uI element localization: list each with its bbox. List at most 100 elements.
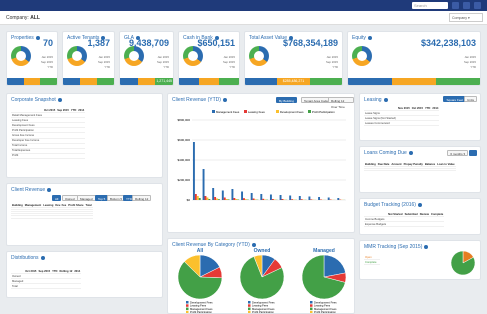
table-cell: [58, 283, 74, 290]
bar[interactable]: [337, 198, 340, 200]
bar[interactable]: [206, 197, 209, 201]
corporate-snapshot-title: Corporate Snapshot: [11, 97, 62, 103]
legend-swatch: [276, 110, 279, 113]
bar[interactable]: [250, 193, 253, 200]
bar[interactable]: [252, 198, 255, 201]
table-cell: [42, 215, 55, 219]
client-revenue-chart-title: Client Revenue (YTD): [172, 97, 227, 103]
bar[interactable]: [194, 194, 197, 200]
bar[interactable]: [244, 199, 247, 200]
bar[interactable]: [327, 197, 330, 201]
table-row: Total: [11, 283, 82, 290]
notification-icon[interactable]: [463, 2, 470, 9]
bar[interactable]: [254, 199, 257, 200]
kpi-footer-segment: [63, 78, 80, 85]
y-tick-label: $0: [187, 198, 191, 202]
bar[interactable]: [217, 199, 220, 200]
kpi-row-label: YTD: [332, 65, 338, 69]
bar[interactable]: [216, 198, 218, 201]
chart-view-button[interactable]: Rolling 12 Over Time: [328, 97, 354, 109]
bar[interactable]: [300, 199, 303, 200]
units-button[interactable]: Units: [464, 96, 477, 102]
bar[interactable]: [291, 199, 294, 200]
bar[interactable]: [208, 199, 211, 200]
y-tick-label: $800,000: [177, 118, 190, 122]
bar[interactable]: [262, 198, 265, 200]
client-revenue-filter-button[interactable]: All: [52, 195, 62, 201]
client-revenue-chart-card: Client Revenue (YTD) By Building Tenant A…: [167, 93, 355, 233]
bar[interactable]: [264, 199, 267, 201]
user-icon[interactable]: [452, 2, 459, 9]
budget-card: Budget Tracking (2016) Not Started Submit…: [359, 198, 481, 235]
legend-swatch: [248, 304, 251, 307]
client-revenue-filter-button[interactable]: Owned: [62, 195, 78, 201]
menu-icon[interactable]: [474, 2, 481, 9]
kpi-card: Active Tenants 1,387 Jan 2015 Sep 2015 YTD: [62, 31, 115, 86]
legend-swatch: [244, 110, 247, 113]
bar[interactable]: [241, 191, 244, 201]
chart-view-button[interactable]: Tenant Area Code: [301, 97, 332, 103]
bar[interactable]: [212, 188, 215, 200]
bar[interactable]: [320, 199, 322, 201]
bar[interactable]: [231, 189, 234, 200]
bar[interactable]: [225, 199, 228, 200]
table-cell: [51, 283, 59, 290]
table-cell: [403, 221, 419, 228]
kpi-footer-segment: [392, 78, 436, 85]
legend-label: Profit Participation: [314, 310, 336, 314]
bar[interactable]: [273, 199, 276, 201]
bar[interactable]: [198, 198, 201, 200]
search-input[interactable]: Search: [412, 2, 448, 9]
bar[interactable]: [202, 169, 205, 200]
bar[interactable]: [310, 199, 313, 200]
bar[interactable]: [289, 195, 292, 201]
revenue-by-category-card: Client Revenue By Category (YTD) All Deve…: [167, 238, 355, 314]
table-cell: [43, 153, 57, 159]
bar[interactable]: [233, 198, 236, 200]
kpi-value: 1,387: [87, 38, 110, 48]
bar[interactable]: [243, 198, 245, 200]
client-revenue-filter-button[interactable]: Managed: [77, 195, 96, 201]
legend-label: Leasing Fees: [248, 110, 265, 114]
bar[interactable]: [204, 196, 207, 200]
bar[interactable]: [214, 197, 217, 200]
loans-table: Building Due Date Amount Prepay Penalty Bala…: [364, 162, 456, 172]
bar[interactable]: [223, 197, 226, 201]
table-row: Expense Budgets: [364, 221, 445, 228]
kpi-value: $650,151: [197, 38, 235, 48]
bar[interactable]: [221, 190, 224, 201]
bar[interactable]: [192, 142, 195, 200]
bar[interactable]: [281, 199, 284, 200]
table-cell: [423, 120, 432, 127]
loans-period-select[interactable]: 6 months ▾: [447, 150, 468, 156]
bar[interactable]: [308, 196, 311, 201]
bar[interactable]: [260, 194, 263, 200]
bar[interactable]: [298, 196, 301, 200]
client-revenue-filter-button[interactable]: Rolling 12: [132, 195, 152, 201]
legend-swatch: [310, 307, 313, 311]
table-cell: [67, 215, 85, 219]
legend-label: Management Fees: [216, 110, 240, 114]
bar[interactable]: [269, 194, 272, 201]
bar[interactable]: [196, 196, 199, 200]
bar[interactable]: [318, 197, 321, 200]
company-label: Company: ALL: [6, 15, 40, 21]
client-revenue-table: Building Management Leasing Dev. Fee Profit …: [11, 203, 93, 219]
bar[interactable]: [329, 199, 332, 201]
table-row: Complete: [364, 259, 380, 266]
legend-swatch: [248, 301, 251, 304]
bar[interactable]: [279, 195, 282, 200]
company-select[interactable]: Company ▾: [449, 13, 483, 22]
chart-view-button[interactable]: By Building: [276, 97, 298, 103]
kpi-value: $342,238,103: [420, 38, 476, 48]
loans-go-button[interactable]: [469, 150, 477, 156]
bar[interactable]: [227, 199, 230, 200]
bar[interactable]: [237, 199, 240, 201]
kpi-footer-segment: [97, 78, 114, 85]
kpi-footer-segment: [179, 78, 199, 85]
bar[interactable]: [271, 199, 274, 200]
bar[interactable]: [235, 199, 238, 200]
table-cell: Complete: [364, 259, 378, 266]
table-cell: [69, 153, 78, 159]
square-feet-button[interactable]: Square Feet: [443, 96, 466, 102]
